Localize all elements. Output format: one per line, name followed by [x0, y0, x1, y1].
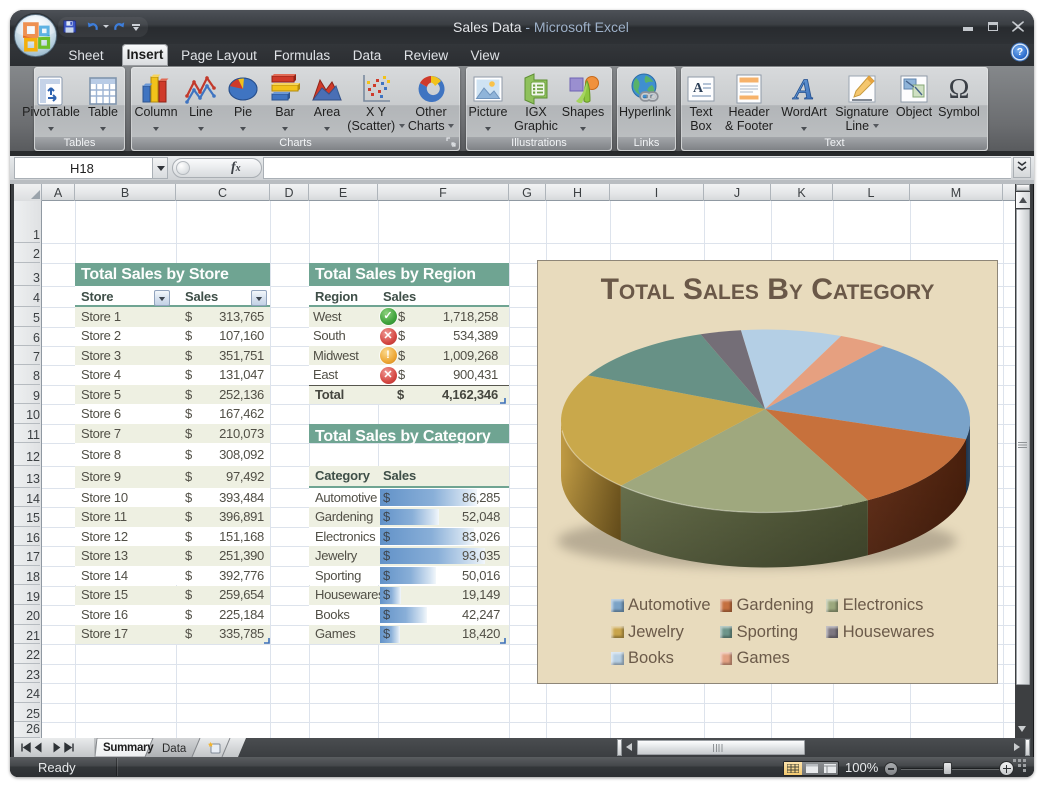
- svg-text:A: A: [792, 73, 814, 106]
- svg-text:Ω: Ω: [949, 74, 970, 105]
- svg-text:A: A: [693, 81, 704, 96]
